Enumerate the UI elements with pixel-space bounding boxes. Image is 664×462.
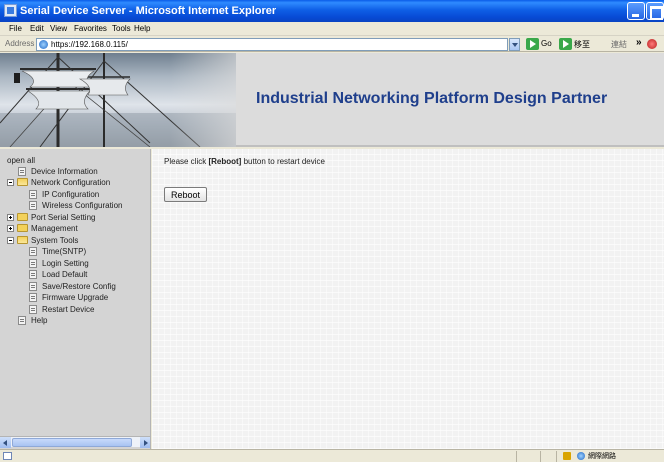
menu-favorites[interactable]: Favorites — [74, 22, 107, 36]
menu-help[interactable]: Help — [134, 22, 150, 36]
internet-zone-label: 網際網路 — [588, 453, 616, 460]
sidebar-item-device-information[interactable]: Device Information — [18, 166, 148, 177]
folder-icon — [17, 213, 28, 221]
folder-open-icon — [17, 236, 28, 244]
address-url: https://192.168.0.115/ — [51, 40, 128, 49]
reboot-instruction: Please click [Reboot] button to restart … — [164, 157, 325, 166]
sidebar-item-system-tools[interactable]: System Tools — [7, 235, 147, 246]
status-divider — [516, 451, 517, 462]
address-bar: Address https://192.168.0.115/ Go 移至 連結 … — [0, 36, 664, 52]
sidebar-item-label: Wireless Configuration — [42, 201, 123, 210]
go-button[interactable]: Go — [541, 39, 552, 48]
window-title: Serial Device Server - Microsoft Interne… — [20, 5, 277, 17]
open-all-link[interactable]: open all — [7, 155, 35, 166]
page-icon — [29, 282, 37, 291]
banner-fade — [170, 53, 236, 147]
sidebar-item-label: System Tools — [31, 236, 79, 245]
sidebar-item-wireless-configuration[interactable]: Wireless Configuration — [29, 200, 149, 211]
reboot-button[interactable]: Reboot — [164, 187, 207, 202]
title-bar: Serial Device Server - Microsoft Interne… — [0, 0, 664, 22]
sidebar-item-load-default[interactable]: Load Default — [29, 269, 149, 280]
links-button[interactable]: 連結 — [611, 39, 627, 50]
sidebar-item-label: Network Configuration — [31, 178, 111, 187]
sidebar-item-label: Firmware Upgrade — [42, 293, 109, 302]
sidebar-item-label: Port Serial Setting — [31, 213, 96, 222]
go2-arrow-icon[interactable] — [559, 38, 572, 50]
menu-edit[interactable]: Edit — [30, 22, 44, 36]
sidebar-item-label: Restart Device — [42, 305, 95, 314]
page-banner: Industrial Networking Platform Design Pa… — [0, 53, 664, 147]
sidebar-item-label: Help — [31, 316, 48, 325]
sidebar-item-label: Device Information — [31, 167, 98, 176]
internet-zone-icon — [577, 452, 585, 460]
status-page-icon — [3, 452, 12, 460]
scroll-right-icon[interactable] — [140, 437, 150, 448]
page-icon — [29, 305, 37, 314]
status-bar: 網際網路 — [0, 449, 664, 462]
expand-icon[interactable] — [7, 225, 14, 232]
go-arrow-icon[interactable] — [526, 38, 539, 50]
sidebar-item-label: Load Default — [42, 270, 88, 279]
sidebar-item-label: Time(SNTP) — [42, 247, 87, 256]
browser-window: Serial Device Server - Microsoft Interne… — [0, 0, 664, 462]
page-icon — [29, 247, 37, 256]
msg-prefix: Please click — [164, 157, 209, 166]
scroll-left-icon[interactable] — [0, 437, 11, 448]
minimize-button[interactable] — [627, 2, 645, 20]
chevron-right-icon[interactable]: » — [636, 37, 642, 48]
page-icon — [29, 270, 37, 279]
page-icon — [29, 293, 37, 302]
main-content: Please click [Reboot] button to restart … — [152, 149, 664, 449]
go2-button[interactable]: 移至 — [574, 39, 590, 50]
maximize-button[interactable] — [646, 2, 664, 20]
page-icon — [29, 259, 37, 268]
lock-icon — [563, 452, 571, 460]
address-input[interactable]: https://192.168.0.115/ — [36, 38, 508, 51]
sidebar-item-help[interactable]: Help — [18, 315, 138, 326]
collapse-icon[interactable] — [7, 237, 14, 244]
expand-icon[interactable] — [7, 214, 14, 221]
folder-icon — [17, 224, 28, 232]
ie-page-icon — [4, 4, 17, 17]
status-divider — [556, 451, 557, 462]
page-globe-icon — [39, 40, 48, 49]
page-icon — [18, 316, 26, 325]
sidebar-item-label: Save/Restore Config — [42, 282, 116, 291]
menu-bar: File Edit View Favorites Tools Help — [0, 22, 664, 36]
sidebar-item-port-serial-setting[interactable]: Port Serial Setting — [7, 212, 147, 223]
sidebar-item-label: Management — [31, 224, 78, 233]
sidebar-item-network-configuration[interactable]: Network Configuration — [7, 177, 147, 188]
sidebar-item-label: IP Configuration — [42, 190, 100, 199]
sidebar-item-management[interactable]: Management — [7, 223, 147, 234]
address-dropdown-icon[interactable] — [509, 38, 520, 51]
open-all-label: open all — [7, 156, 36, 165]
msg-bold: [Reboot] — [208, 157, 242, 166]
sidebar-item-login-setting[interactable]: Login Setting — [29, 258, 149, 269]
sidebar-item-label: Login Setting — [42, 259, 89, 268]
page-icon — [29, 190, 37, 199]
sidebar-item-save-restore-config[interactable]: Save/Restore Config — [29, 281, 149, 292]
status-divider — [540, 451, 541, 462]
address-label: Address — [5, 39, 35, 48]
sidebar-tree: open all Device Information Network Conf… — [0, 149, 151, 449]
sidebar-item-restart-device[interactable]: Restart Device — [29, 304, 149, 315]
scroll-thumb[interactable] — [12, 438, 132, 447]
sidebar-item-firmware-upgrade[interactable]: Firmware Upgrade — [29, 292, 149, 303]
sidebar-item-time-sntp[interactable]: Time(SNTP) — [29, 246, 149, 257]
sidebar-horizontal-scrollbar[interactable] — [0, 436, 150, 448]
menu-tools[interactable]: Tools — [112, 22, 131, 36]
collapse-icon[interactable] — [7, 179, 14, 186]
toolbar-extra-icon[interactable] — [647, 39, 657, 49]
page-icon — [18, 167, 26, 176]
banner-title: Industrial Networking Platform Design Pa… — [256, 90, 608, 107]
menu-file[interactable]: File — [9, 22, 22, 36]
tall-ship-photo — [0, 53, 236, 147]
menu-view[interactable]: View — [50, 22, 67, 36]
msg-suffix: button to restart device — [241, 157, 325, 166]
page-icon — [29, 201, 37, 210]
sidebar-item-ip-configuration[interactable]: IP Configuration — [29, 189, 149, 200]
folder-open-icon — [17, 178, 28, 186]
